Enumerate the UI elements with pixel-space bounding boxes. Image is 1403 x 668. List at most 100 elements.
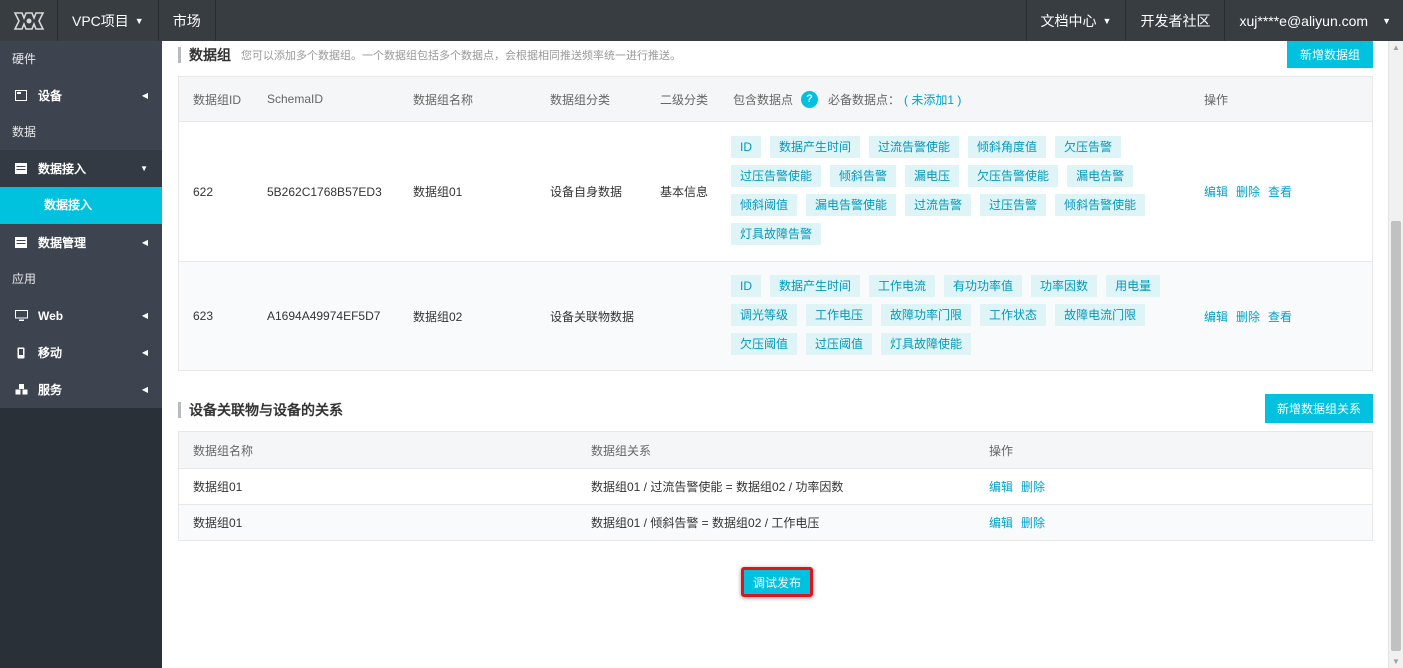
caret-left-icon: ◀ [141,385,148,394]
cell-category: 设备自身数据 [550,185,623,199]
col-header-id: 数据组ID [193,92,242,107]
row-actions: 编辑 删除 查看 [1204,262,1300,370]
row-actions: 编辑 删除 [989,505,1053,540]
scroll-up-icon[interactable]: ▲ [1392,43,1400,52]
debug-publish-button[interactable]: 调试发布 [741,567,813,597]
caret-down-icon: ▼ [1102,15,1112,26]
relation-table: 数据组名称 数据组关系 操作 数据组01 数据组01 / 过流告警使能 = 数据… [178,431,1373,541]
data-point-tag[interactable]: 过压阈值 [806,333,873,355]
required-points-link[interactable]: ( 未添加1 ) [904,91,961,108]
account-label: xuj****e@aliyun.com [1239,12,1369,29]
scrollbar-thumb[interactable] [1391,221,1401,651]
edit-link[interactable]: 编辑 [989,478,1013,495]
data-point-tag[interactable]: 漏电告警使能 [806,194,897,216]
data-point-tag[interactable]: 工作状态 [980,304,1047,326]
sidebar-item-service[interactable]: 服务 ◀ [0,371,162,408]
sidebar-item-label: 移动 [38,346,63,360]
view-link[interactable]: 查看 [1268,183,1292,200]
caret-down-icon: ▼ [1382,15,1391,26]
data-point-tag[interactable]: 过压告警 [980,194,1047,216]
dev-community-link[interactable]: 开发者社区 [1125,0,1224,41]
market-link[interactable]: 市场 [159,0,216,41]
sidebar-item-mobile[interactable]: 移动 ◀ [0,334,162,371]
table-header: 数据组ID SchemaID 数据组名称 数据组分类 二级分类 包含数据点 ? … [179,77,1372,121]
data-point-tag[interactable]: 欠压告警使能 [968,165,1059,187]
edit-link[interactable]: 编辑 [989,514,1013,531]
docs-dropdown[interactable]: 文档中心 ▼ [1025,0,1126,41]
cell-name: 数据组01 [193,516,243,530]
data-point-tag[interactable]: 有功功率值 [944,275,1023,297]
sidebar-item-data-manage[interactable]: 数据管理 ◀ [0,224,162,261]
row-actions: 编辑 删除 [989,469,1053,504]
data-point-tag[interactable]: 倾斜阈值 [731,194,798,216]
help-icon[interactable]: ? [801,90,819,108]
cell-relation: 数据组01 / 倾斜告警 = 数据组02 / 工作电压 [591,516,820,530]
project-dropdown[interactable]: VPC项目 ▼ [58,0,159,41]
sidebar-item-web[interactable]: Web ◀ [0,297,162,334]
data-point-tag[interactable]: ID [731,275,761,297]
market-label: 市场 [172,12,201,29]
mobile-icon [14,347,28,359]
sidebar-group-app: 应用 [12,272,37,286]
data-point-tag[interactable]: 过流告警 [905,194,972,216]
col-header-ops: 操作 [989,443,1014,458]
data-point-tag[interactable]: 漏电告警 [1067,165,1134,187]
data-point-tag[interactable]: 倾斜告警使能 [1055,194,1146,216]
data-point-tags: ID 数据产生时间 工作电流 有功功率值 功率因数 用电量 调光等级 工作电压 … [731,275,1191,362]
sidebar-item-device[interactable]: 设备 ◀ [0,77,162,114]
logo-icon [13,11,44,30]
section-marker [178,402,181,418]
data-point-tag[interactable]: 调光等级 [731,304,798,326]
data-point-tag[interactable]: ID [731,136,761,158]
table-icon [14,163,28,175]
data-point-tag[interactable]: 灯具故障使能 [881,333,972,355]
add-relation-button[interactable]: 新增数据组关系 [1265,394,1373,423]
section-marker [178,47,181,63]
delete-link[interactable]: 删除 [1021,514,1045,531]
data-point-tag[interactable]: 故障功率门限 [881,304,972,326]
edit-link[interactable]: 编辑 [1204,308,1228,325]
account-dropdown[interactable]: xuj****e@aliyun.com ▼ [1224,0,1403,41]
sidebar-item-label: 数据管理 [38,236,87,250]
sidebar-item-data-access[interactable]: 数据接入 ▼ [0,150,162,187]
col-header-name: 数据组名称 [413,92,474,107]
cell-schema: A1694A49974EF5D7 [267,309,381,323]
delete-link[interactable]: 删除 [1236,183,1260,200]
scroll-down-icon[interactable]: ▼ [1392,657,1400,666]
scrollbar[interactable]: ▲ ▼ [1388,41,1403,668]
data-point-tag[interactable]: 数据产生时间 [770,275,861,297]
col-header-relation: 数据组关系 [591,443,652,458]
data-point-tag[interactable]: 过压告警使能 [731,165,822,187]
add-data-group-button[interactable]: 新增数据组 [1287,41,1373,68]
data-point-tag[interactable]: 倾斜告警 [830,165,897,187]
edit-link[interactable]: 编辑 [1204,183,1228,200]
table-row: 数据组01 数据组01 / 过流告警使能 = 数据组02 / 功率因数 编辑 删… [179,468,1372,504]
sidebar-item-label: 设备 [38,89,63,103]
data-point-tag[interactable]: 工作电流 [869,275,936,297]
top-navbar: VPC项目 ▼ 市场 文档中心 ▼ 开发者社区 xuj****e@aliyun.… [0,0,1403,41]
sidebar-subitem-data-access[interactable]: 数据接入 [0,187,162,224]
data-point-tag[interactable]: 倾斜角度值 [968,136,1047,158]
data-point-tag[interactable]: 欠压阈值 [731,333,798,355]
data-point-tag[interactable]: 故障电流门限 [1055,304,1146,326]
cell-name: 数据组01 [193,480,243,494]
data-point-tag[interactable]: 灯具故障告警 [731,223,822,245]
data-point-tag[interactable]: 用电量 [1106,275,1161,297]
data-point-tag[interactable]: 工作电压 [806,304,873,326]
delete-link[interactable]: 删除 [1236,308,1260,325]
data-point-tag[interactable]: 过流告警使能 [869,136,960,158]
table-row: 数据组01 数据组01 / 倾斜告警 = 数据组02 / 工作电压 编辑 删除 [179,504,1372,540]
monitor-icon [14,310,28,322]
data-point-tag[interactable]: 功率因数 [1031,275,1098,297]
docs-label: 文档中心 [1040,12,1097,29]
cell-name: 数据组01 [413,185,463,199]
delete-link[interactable]: 删除 [1021,478,1045,495]
data-point-tag[interactable]: 欠压告警 [1055,136,1122,158]
view-link[interactable]: 查看 [1268,308,1292,325]
project-label: VPC项目 [72,12,129,29]
data-point-tag[interactable]: 数据产生时间 [770,136,861,158]
device-icon [14,90,28,102]
data-point-tag[interactable]: 漏电压 [905,165,960,187]
cell-id: 623 [193,309,214,323]
logo[interactable] [0,0,58,41]
